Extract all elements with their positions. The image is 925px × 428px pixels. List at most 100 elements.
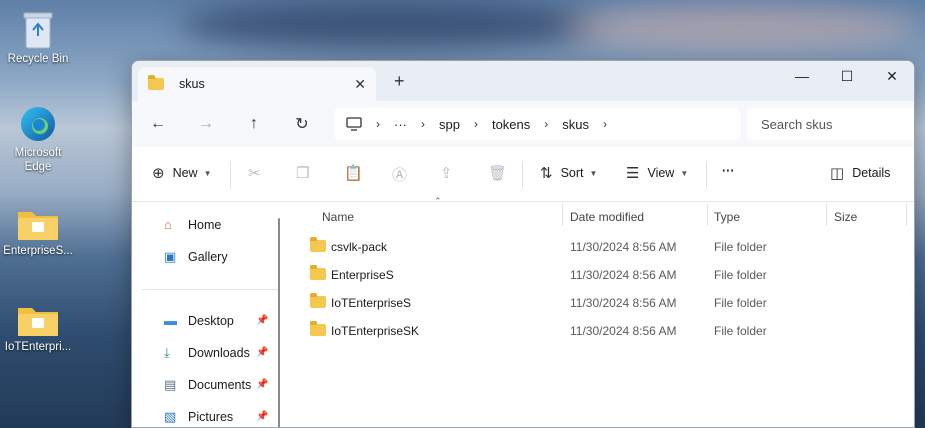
file-explorer-window: skus ✕ + — ☐ ✕ ← → ↑ ↻ › ··· › spp › tok… [131,60,915,428]
tab-title: skus [179,77,205,91]
sort-icon: ⇅ [540,165,553,182]
chevron-down-icon: ▼ [680,168,689,178]
refresh-button[interactable]: ↻ [290,113,314,135]
desktop-icon-label: Recycle Bin [7,53,69,65]
sidebar-item-downloads[interactable]: ⤓ Downloads [164,345,250,361]
close-tab-button[interactable]: ✕ [354,76,366,93]
sidebar-item-label: Home [188,217,222,232]
view-list-icon: ☰ [626,165,640,182]
sort-button[interactable]: ⇅ Sort ▼ [540,164,597,182]
folder-icon [310,293,326,308]
file-type: File folder [714,324,767,338]
close-window-button[interactable]: ✕ [869,61,914,91]
sidebar-item-label: Downloads [188,346,250,360]
new-tab-button[interactable]: + [394,71,405,92]
copy-icon[interactable]: ❐ [296,164,309,182]
search-input[interactable]: Search skus [747,108,914,140]
table-row[interactable]: EnterpriseS 11/30/2024 8:56 AM File fold… [308,262,908,288]
sort-label: Sort [560,166,584,180]
sidebar-item-home[interactable]: ⌂ Home [164,217,221,232]
file-type: File folder [714,240,767,254]
sidebar-item-gallery[interactable]: ▣ Gallery [164,249,228,265]
file-name-text: EnterpriseS [331,268,394,282]
folder-icon [310,265,326,280]
navigation-pane-scrollbar[interactable] [278,218,280,427]
new-button[interactable]: ⊕ New ▼ [152,164,212,182]
table-row[interactable]: IoTEnterpriseS 11/30/2024 8:56 AM File f… [308,290,908,316]
sidebar-item-documents[interactable]: ▤ Documents [164,377,251,393]
pictures-icon: ▧ [164,409,177,424]
back-button[interactable]: ← [146,113,170,135]
file-date: 11/30/2024 8:56 AM [570,268,677,282]
view-button[interactable]: ☰ View ▼ [626,164,688,182]
file-list: ⌃ Name Date modified Type Size csvlk-pac… [288,196,914,427]
details-label: Details [852,166,891,180]
file-date: 11/30/2024 8:56 AM [570,240,677,254]
gallery-icon: ▣ [164,249,177,264]
table-row[interactable]: IoTEnterpriseSK 11/30/2024 8:56 AM File … [308,318,908,344]
desktop-icon-label: Microsoft Edge [14,147,62,173]
column-divider [826,204,827,226]
file-type: File folder [714,296,767,310]
breadcrumb-spp[interactable]: spp [439,117,460,132]
breadcrumb-chevron-icon: › [421,117,425,131]
sidebar-item-label: Documents [188,378,252,392]
more-options-button[interactable]: ··· [722,164,735,178]
divider [142,289,278,290]
desktop-icon-edge[interactable]: Microsoft Edge [0,104,76,174]
folder-icon [310,321,326,336]
home-icon: ⌂ [164,217,172,232]
file-name-text: csvlk-pack [331,240,388,254]
pin-icon[interactable]: 📌 [256,347,268,358]
desktop-icon: ▬ [164,313,177,328]
navigation-bar: ← → ↑ ↻ › ··· › spp › tokens › skus › Se… [132,101,914,147]
address-bar[interactable]: › ··· › spp › tokens › skus › [334,108,740,140]
sidebar-item-label: Gallery [188,250,228,264]
up-button[interactable]: ↑ [242,113,266,135]
column-header-type[interactable]: Type [714,202,740,232]
chevron-down-icon: ▼ [203,168,212,178]
rename-icon[interactable]: Ⓐ [392,164,407,185]
tab-skus[interactable]: skus ✕ [138,67,376,101]
delete-icon[interactable]: 🗑 [488,164,507,182]
paste-icon[interactable]: 📋 [344,164,363,182]
cut-icon[interactable]: ✂ [248,164,261,182]
column-header-name[interactable]: Name [322,202,354,232]
column-header-size[interactable]: Size [834,202,857,232]
sidebar-item-desktop[interactable]: ▬ Desktop [164,313,234,328]
wallpaper-cloud [180,0,600,50]
folder-icon [18,212,58,240]
desktop-icon-enterprises-folder[interactable]: EnterpriseS... [0,206,76,258]
details-button[interactable]: ◫ Details [830,164,890,182]
pin-icon[interactable]: 📌 [256,411,268,422]
maximize-button[interactable]: ☐ [824,61,870,91]
divider [522,161,523,189]
file-name: IoTEnterpriseSK [310,321,420,338]
breadcrumb-overflow[interactable]: ··· [394,117,407,132]
desktop-icon-iotenterprise-folder[interactable]: IoTEnterpri... [0,302,76,354]
file-date: 11/30/2024 8:56 AM [570,296,677,310]
minimize-button[interactable]: — [779,61,825,91]
folder-icon [148,75,164,90]
column-header-date[interactable]: Date modified [570,202,644,232]
chevron-down-icon: ▼ [589,168,598,178]
folder-icon [18,308,58,336]
forward-button[interactable]: → [194,113,218,135]
share-icon[interactable]: ⇪ [440,164,453,182]
breadcrumb-tokens[interactable]: tokens [492,117,530,132]
file-name-text: IoTEnterpriseSK [331,324,420,338]
wallpaper-cloud [560,5,920,50]
divider [706,161,707,189]
sidebar-item-pictures[interactable]: ▧ Pictures [164,409,233,425]
command-bar: ⊕ New ▼ ✂ ❐ 📋 Ⓐ ⇪ 🗑 ⇅ Sort ▼ ☰ View ▼ ··… [132,147,914,202]
breadcrumb-skus[interactable]: skus [562,117,589,132]
table-row[interactable]: csvlk-pack 11/30/2024 8:56 AM File folde… [308,234,908,260]
details-pane-icon: ◫ [830,165,845,182]
desktop-icon-recycle-bin[interactable]: Recycle Bin [0,8,76,66]
file-date: 11/30/2024 8:56 AM [570,324,677,338]
edge-icon [21,107,55,141]
breadcrumb-chevron-icon: › [376,117,380,131]
pin-icon[interactable]: 📌 [256,379,268,390]
navigation-pane: ⌂ Home ▣ Gallery ▬ Desktop 📌 ⤓ Downloads… [132,202,282,427]
pin-icon[interactable]: 📌 [256,315,268,326]
